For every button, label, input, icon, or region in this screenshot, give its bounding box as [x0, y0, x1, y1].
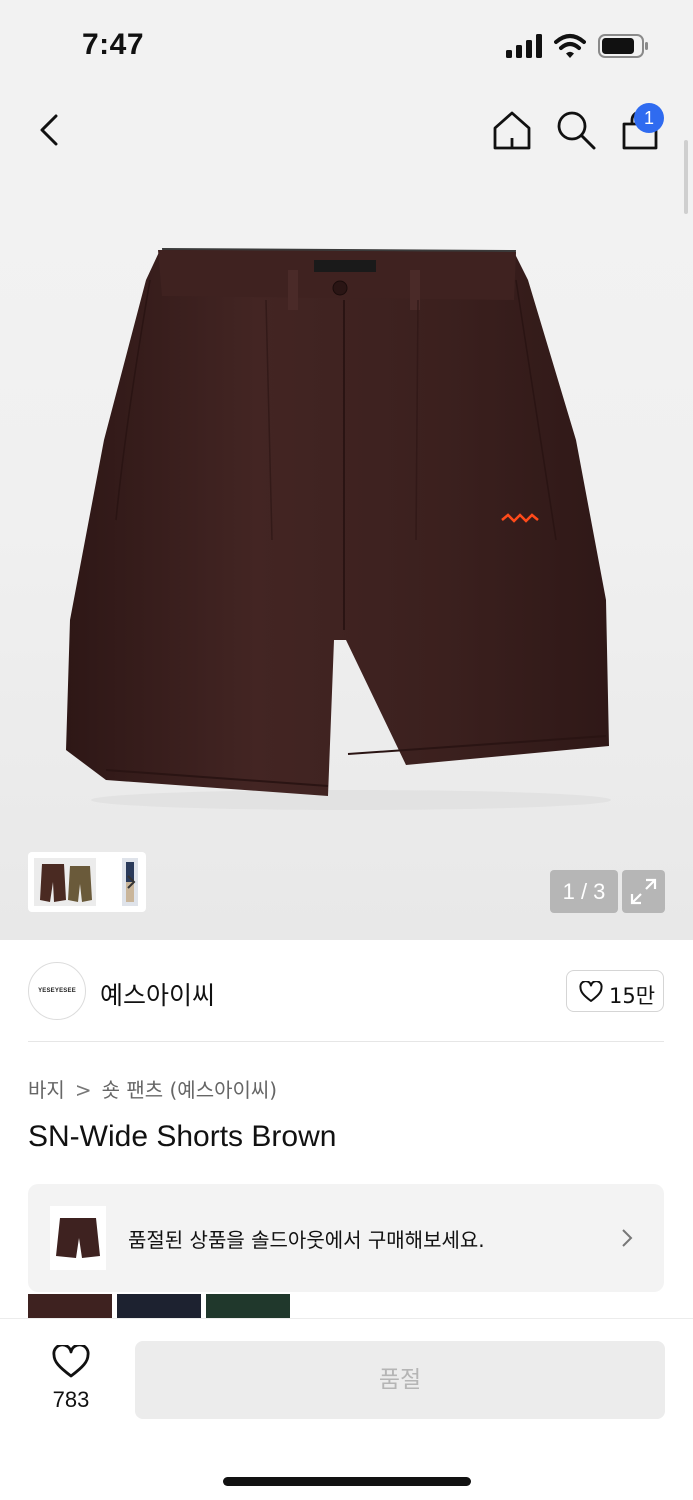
heart-icon	[579, 981, 603, 1002]
cart-count-badge: 1	[634, 103, 664, 133]
breadcrumb-separator: >	[74, 1078, 92, 1102]
wish-count: 783	[52, 1387, 90, 1412]
brand-logo[interactable]: YESEYESEE	[28, 962, 86, 1020]
color-option-green[interactable]	[206, 1294, 290, 1318]
chevron-right-icon[interactable]	[124, 874, 138, 890]
heart-icon[interactable]	[52, 1345, 90, 1379]
home-icon[interactable]	[490, 108, 534, 152]
status-time: 7:47	[82, 28, 145, 61]
scroll-indicator	[684, 140, 688, 214]
home-indicator	[223, 1477, 471, 1486]
divider	[28, 1041, 664, 1042]
color-option-navy[interactable]	[117, 1294, 201, 1318]
product-image[interactable]	[66, 240, 626, 810]
brand-like-button[interactable]: 15만	[566, 970, 664, 1012]
banner-thumbnail	[50, 1206, 106, 1270]
breadcrumb: 바지 > 숏 팬츠 (예스아이씨)	[28, 1074, 277, 1103]
signal-icon	[506, 34, 542, 58]
brand-like-count: 15만	[609, 984, 656, 1008]
soldout-banner[interactable]: 품절된 상품을 솔드아웃에서 구매해보세요.	[28, 1184, 664, 1292]
color-option-brown[interactable]	[28, 1294, 112, 1318]
wifi-icon	[554, 34, 586, 58]
sold-out-button[interactable]: 품절	[135, 1341, 665, 1419]
chevron-right-icon	[622, 1229, 633, 1247]
thumbnail-image[interactable]	[34, 858, 96, 906]
breadcrumb-category[interactable]: 바지	[28, 1078, 65, 1102]
expand-icon[interactable]	[622, 870, 665, 913]
back-icon[interactable]	[30, 108, 74, 152]
search-icon[interactable]	[554, 108, 598, 152]
color-options[interactable]	[28, 1294, 298, 1318]
gallery-counter: 1 / 3	[550, 870, 618, 913]
breadcrumb-subcategory[interactable]: 숏 팬츠 (예스아이씨)	[102, 1078, 278, 1102]
product-title: SN-Wide Shorts Brown	[28, 1120, 337, 1153]
status-bar: 7:47	[0, 0, 693, 90]
banner-text: 품절된 상품을 솔드아웃에서 구매해보세요.	[128, 1228, 485, 1252]
thumbnail-strip[interactable]	[28, 852, 146, 912]
brand-row[interactable]: YESEYESEE 예스아이씨 15만	[28, 962, 664, 1020]
battery-icon	[598, 34, 648, 58]
brand-name[interactable]: 예스아이씨	[100, 976, 215, 1012]
bottom-action-bar: 783 품절	[0, 1318, 693, 1500]
